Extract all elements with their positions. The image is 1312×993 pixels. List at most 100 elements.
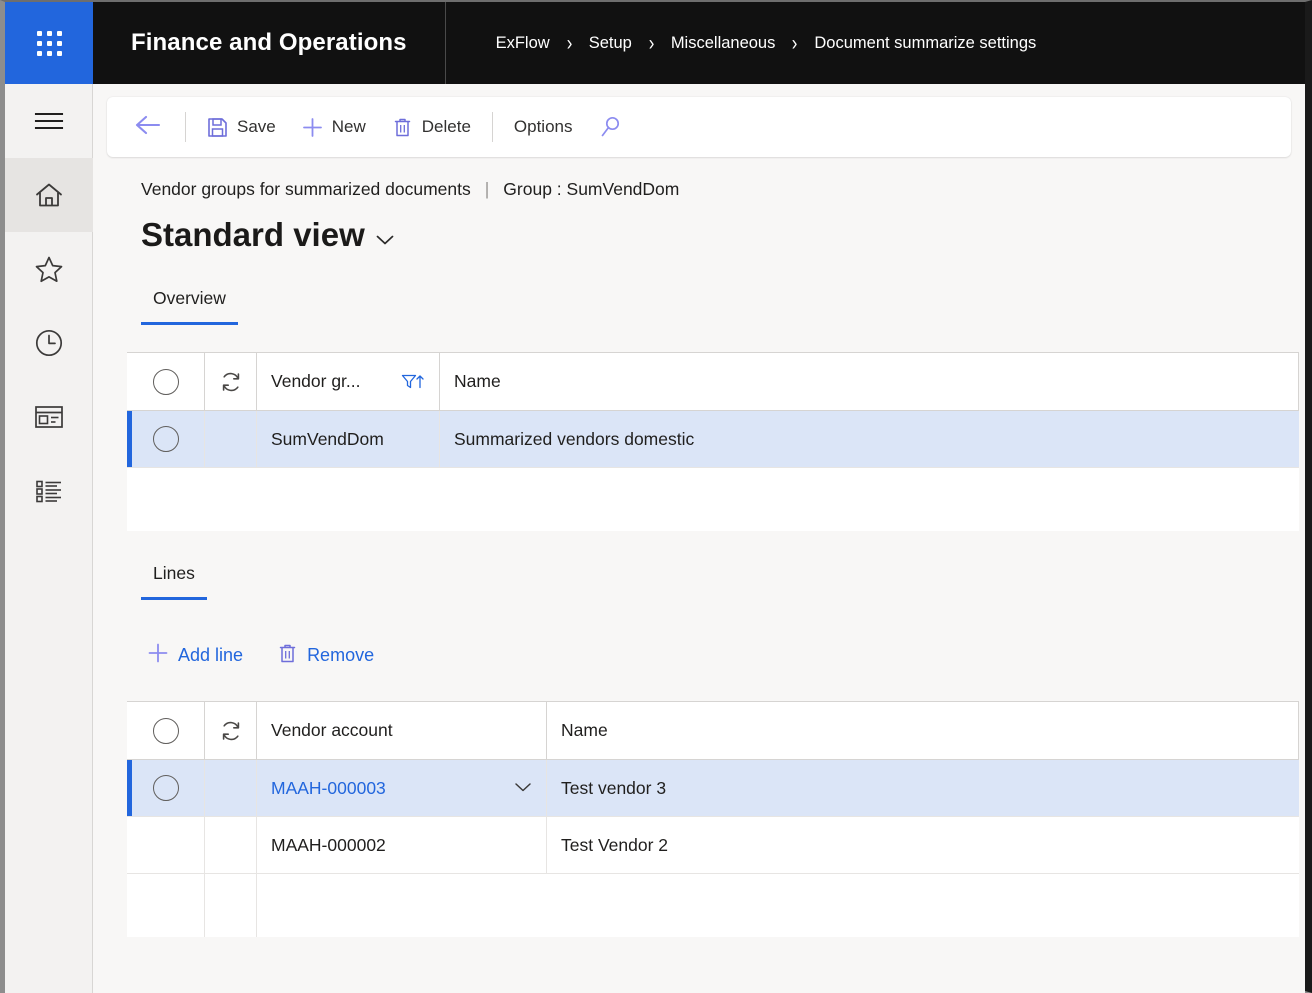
overview-column-name[interactable]: Name [440, 353, 1299, 410]
hamburger-menu-icon [34, 110, 64, 132]
overview-table-row[interactable]: SumVendDom Summarized vendors domestic [127, 411, 1299, 468]
arrow-left-icon [133, 114, 163, 141]
tab-overview[interactable]: Overview [141, 288, 238, 325]
delete-button[interactable]: Delete [379, 109, 484, 146]
overview-column-vendor-group[interactable]: Vendor gr... [257, 353, 440, 410]
lines-toolbar: Add line Remove [93, 636, 1305, 675]
breadcrumb-item-miscellaneous[interactable]: Miscellaneous [671, 34, 776, 53]
chevron-down-icon[interactable] [504, 780, 532, 797]
delete-label: Delete [421, 117, 471, 136]
list-icon [34, 478, 64, 504]
row-refresh-cell [205, 760, 257, 816]
row-select-cell[interactable] [127, 817, 205, 873]
star-icon [34, 255, 64, 284]
row-refresh-cell [205, 817, 257, 873]
overview-cell-vendor-group[interactable]: SumVendDom [257, 411, 440, 467]
select-all-radio-icon[interactable] [152, 717, 179, 744]
lines-select-all-cell[interactable] [127, 702, 205, 759]
row-select-cell[interactable] [127, 760, 205, 816]
caption-primary: Vendor groups for summarized documents [141, 179, 471, 199]
breadcrumb-item-document-summarize-settings[interactable]: Document summarize settings [814, 34, 1036, 53]
empty-refresh-cell [205, 874, 257, 937]
app-launcher-button[interactable] [5, 2, 93, 84]
application-window: Finance and Operations ExFlow › Setup › … [0, 0, 1312, 993]
sidebar-item-workspaces[interactable] [5, 380, 93, 454]
page-caption-container: Vendor groups for summarized documents |… [93, 157, 1305, 254]
waffle-icon [36, 30, 62, 56]
search-button[interactable] [586, 107, 636, 147]
command-bar-divider [491, 112, 493, 142]
chevron-down-icon[interactable] [375, 230, 395, 252]
lines-column-name[interactable]: Name [547, 702, 1299, 759]
lines-grid-header: Vendor account Name [127, 702, 1299, 760]
sidebar-item-modules[interactable] [5, 454, 93, 528]
refresh-column-cell[interactable] [205, 353, 257, 410]
overview-cell-name[interactable]: Summarized vendors domestic [440, 411, 1299, 467]
page-title[interactable]: Standard view [141, 216, 1305, 254]
refresh-icon[interactable] [219, 370, 243, 394]
lines-tabstrip: Lines [93, 563, 1305, 600]
lines-refresh-column-cell[interactable] [205, 702, 257, 759]
breadcrumb: ExFlow › Setup › Miscellaneous › Documen… [446, 33, 1037, 54]
breadcrumb-item-setup[interactable]: Setup [589, 34, 632, 53]
sidebar-item-recent[interactable] [5, 306, 93, 380]
trash-icon [392, 117, 413, 138]
options-button[interactable]: Options [501, 109, 586, 145]
add-line-label: Add line [178, 645, 244, 665]
lines-cell-vendor-account[interactable]: MAAH-000003 [257, 760, 547, 816]
row-refresh-cell [205, 411, 257, 467]
command-bar-container: Save New Delete Options [93, 84, 1305, 157]
save-button[interactable]: Save [194, 109, 289, 146]
refresh-icon[interactable] [219, 719, 243, 743]
lines-cell-vendor-account-value[interactable]: MAAH-000003 [271, 778, 386, 799]
caption-secondary: Group : SumVendDom [503, 179, 680, 199]
save-icon [207, 117, 228, 138]
row-select-radio-icon[interactable] [152, 775, 179, 801]
save-label: Save [237, 117, 276, 136]
lines-table-row[interactable]: MAAH-000002 Test Vendor 2 [127, 817, 1299, 874]
remove-line-button[interactable]: Remove [269, 637, 382, 675]
sidebar-item-home[interactable] [4, 158, 93, 232]
search-icon [599, 115, 623, 139]
plus-icon [302, 117, 323, 138]
lines-empty-row [127, 874, 1299, 937]
sidebar-item-navigation-menu[interactable] [5, 84, 93, 158]
clock-icon [34, 328, 64, 358]
row-select-cell[interactable] [127, 411, 205, 467]
lines-cell-vendor-account[interactable]: MAAH-000002 [257, 817, 547, 873]
row-select-radio-icon[interactable] [152, 426, 179, 452]
plus-icon [147, 642, 169, 669]
trash-icon [277, 643, 298, 669]
sidebar-item-favorites[interactable] [5, 232, 93, 306]
select-all-cell[interactable] [127, 353, 205, 410]
workspace-icon [34, 404, 64, 430]
lines-table-row[interactable]: MAAH-000003 Test vendor 3 [127, 760, 1299, 817]
tab-lines[interactable]: Lines [141, 563, 207, 600]
back-button[interactable] [129, 106, 177, 149]
caption-separator: | [484, 179, 490, 199]
lines-column-vendor-account[interactable]: Vendor account [257, 702, 547, 759]
select-all-radio-icon[interactable] [152, 368, 179, 395]
options-label: Options [513, 117, 573, 136]
new-button[interactable]: New [289, 109, 379, 146]
page-caption: Vendor groups for summarized documents |… [141, 179, 1305, 200]
page-title-label: Standard view [141, 216, 365, 253]
empty-select-cell [127, 874, 205, 937]
top-navigation-bar: Finance and Operations ExFlow › Setup › … [5, 2, 1305, 84]
lines-grid-container: Vendor account Name MAAH-000003 Test ven… [127, 701, 1305, 937]
remove-line-label: Remove [307, 645, 375, 665]
chevron-right-icon: › [792, 31, 798, 55]
left-sidebar [4, 84, 93, 993]
lines-grid: Vendor account Name MAAH-000003 Test ven… [127, 701, 1299, 937]
overview-grid-container: Vendor gr... Name SumVendDom Summarized … [127, 352, 1305, 531]
overview-column-vendor-group-label: Vendor gr... [271, 371, 361, 391]
breadcrumb-item-exflow[interactable]: ExFlow [496, 34, 550, 53]
add-line-button[interactable]: Add line [139, 636, 251, 675]
lines-cell-name[interactable]: Test vendor 3 [547, 760, 1299, 816]
empty-select-cell [127, 468, 205, 531]
home-icon [34, 181, 64, 209]
filter-sort-ascending-icon[interactable] [401, 373, 425, 391]
lines-cell-name[interactable]: Test Vendor 2 [547, 817, 1299, 873]
overview-grid-header: Vendor gr... Name [127, 353, 1299, 411]
main-content-area: Save New Delete Options Vendor groups fo… [93, 84, 1305, 993]
